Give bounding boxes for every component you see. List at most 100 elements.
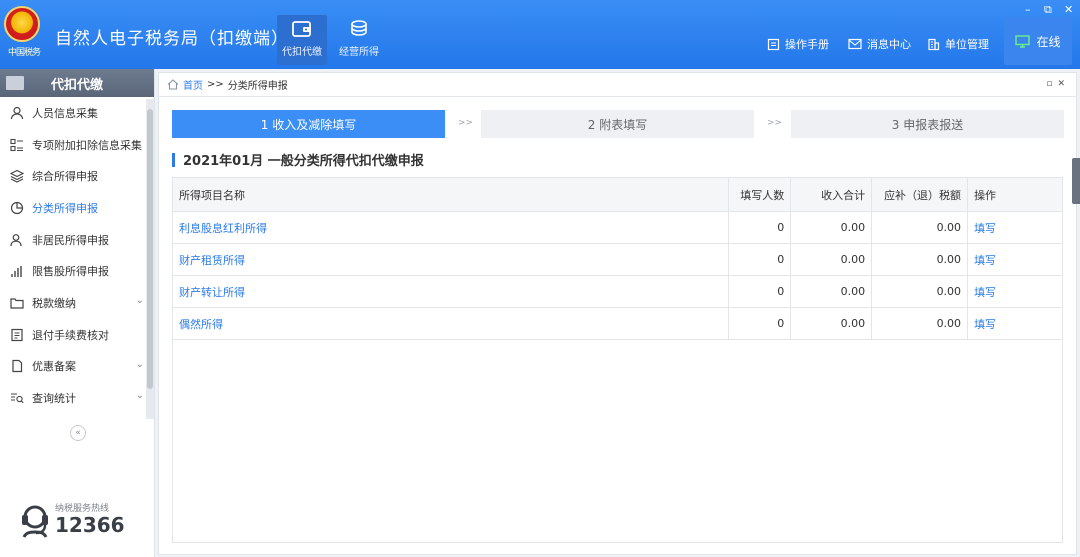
nav-business-income-button[interactable]: 经营所得 — [334, 15, 384, 65]
person-icon — [10, 106, 24, 119]
chevron-down-icon: ⌄ — [135, 358, 144, 370]
unit-management-link[interactable]: 单位管理 — [927, 36, 989, 52]
emblem-caption: 中国税务 — [7, 48, 41, 58]
title-accent-bar — [172, 152, 175, 167]
count-cell: 0 — [728, 307, 792, 340]
manual-link[interactable]: 操作手册 — [767, 36, 829, 52]
step-arrow: >> — [767, 118, 783, 128]
manual-icon — [767, 38, 780, 50]
sidebar-item-label: 非居民所得申报 — [32, 233, 109, 247]
sidebar: 代扣代缴 人员信息采集 专项附加扣除信息采集 综合所得申报 分类所得申报 非居民… — [0, 69, 155, 557]
section-title: 2021年01月 一般分类所得代扣代缴申报 — [172, 150, 424, 169]
maximize-button[interactable]: ⧉ — [1044, 3, 1052, 17]
sidebar-header-icon — [6, 76, 24, 90]
coins-icon — [351, 20, 367, 36]
monitor-icon — [1015, 34, 1031, 48]
sidebar-scrollbar[interactable] — [146, 99, 154, 419]
col-header-tax: 应补（退）税额 — [871, 177, 969, 212]
sidebar-item-label: 综合所得申报 — [32, 170, 98, 184]
list-icon — [10, 138, 23, 151]
nav-business-income-label: 经营所得 — [339, 47, 379, 58]
step-indicator: 1 收入及减除填写 >> 2 附表填写 >> 3 申报表报送 — [172, 110, 1064, 138]
message-center-label: 消息中心 — [867, 38, 911, 51]
manual-label: 操作手册 — [785, 38, 829, 51]
item-name-link[interactable]: 利息股息红利所得 — [171, 211, 730, 244]
tax-emblem-icon — [4, 6, 40, 42]
count-cell: 0 — [728, 275, 792, 308]
step-arrow: >> — [458, 118, 474, 128]
income-cell: 0.00 — [790, 275, 873, 308]
document-icon — [12, 360, 23, 373]
tax-cell: 0.00 — [871, 211, 969, 244]
app-title: 自然人电子税务局（扣缴端） — [55, 29, 289, 49]
sidebar-item-classified[interactable]: 分类所得申报 — [0, 192, 154, 224]
tax-cell: 0.00 — [871, 275, 969, 308]
sidebar-item-query-stats[interactable]: 查询统计 ⌄ — [0, 382, 154, 414]
restore-panel-button[interactable]: ▫ — [1046, 79, 1057, 89]
breadcrumb-separator: >> — [207, 79, 224, 90]
bar-chart-icon — [11, 266, 22, 278]
table-row: 财产转让所得 0 0.00 0.00 填写 — [171, 275, 1063, 308]
side-drawer-handle[interactable] — [1072, 158, 1080, 204]
message-center-link[interactable]: 消息中心 — [848, 36, 911, 52]
item-name-link[interactable]: 偶然所得 — [171, 307, 730, 340]
tax-cell: 0.00 — [871, 243, 969, 276]
sidebar-item-comprehensive[interactable]: 综合所得申报 — [0, 160, 154, 192]
wallet-icon — [292, 21, 311, 37]
online-status-label: 在线 — [1036, 34, 1061, 49]
panel-controls: ▫✕ — [1046, 79, 1070, 89]
table-row: 利息股息红利所得 0 0.00 0.00 填写 — [171, 211, 1063, 244]
close-button[interactable]: ✕ — [1064, 3, 1073, 16]
top-bar: 中国税务 自然人电子税务局（扣缴端） 代扣代缴 经营所得 操作手册 消息中心 单… — [0, 0, 1080, 69]
sidebar-item-restricted-shares[interactable]: 限售股所得申报 — [0, 255, 154, 287]
sidebar-item-personnel[interactable]: 人员信息采集 — [0, 97, 154, 129]
hotline-block: 纳税服务热线 12366 — [18, 501, 148, 545]
collapse-sidebar-button[interactable]: « — [70, 425, 86, 441]
breadcrumb-current: 分类所得申报 — [227, 81, 288, 92]
hotline-number: 12366 — [55, 513, 125, 537]
close-panel-button[interactable]: ✕ — [1057, 79, 1070, 89]
nav-withholding-button[interactable]: 代扣代缴 — [277, 15, 327, 65]
breadcrumb-home-link[interactable]: 首页 — [183, 77, 203, 92]
home-icon — [167, 79, 179, 90]
step-attachment[interactable]: 2 附表填写 — [481, 110, 754, 138]
fill-in-link[interactable]: 填写 — [967, 211, 1063, 244]
search-list-icon — [11, 393, 24, 404]
step-income-deduction[interactable]: 1 收入及减除填写 — [172, 110, 445, 138]
sidebar-item-nonresident[interactable]: 非居民所得申报 — [0, 224, 154, 256]
sidebar-header: 代扣代缴 — [0, 69, 154, 97]
step-submit[interactable]: 3 申报表报送 — [791, 110, 1064, 138]
income-cell: 0.00 — [790, 243, 873, 276]
count-cell: 0 — [728, 243, 792, 276]
scrollbar-thumb[interactable] — [147, 109, 153, 389]
tax-cell: 0.00 — [871, 307, 969, 340]
item-name-link[interactable]: 财产租赁所得 — [171, 243, 730, 276]
folder-icon — [10, 298, 24, 309]
sidebar-item-label: 专项附加扣除信息采集 — [32, 138, 142, 152]
table-header-row: 所得项目名称 填写人数 收入合计 应补（退）税额 操作 — [171, 177, 1063, 212]
col-header-income: 收入合计 — [790, 177, 873, 212]
col-header-count: 填写人数 — [728, 177, 792, 212]
sidebar-item-preferential[interactable]: 优惠备案 ⌄ — [0, 351, 154, 383]
col-header-action: 操作 — [967, 177, 1063, 212]
main-panel: 首页 >> 分类所得申报 ▫✕ 1 收入及减除填写 >> 2 附表填写 >> 3… — [158, 72, 1077, 555]
fill-in-link[interactable]: 填写 — [967, 307, 1063, 340]
sidebar-item-tax-payment[interactable]: 税款缴纳 ⌄ — [0, 287, 154, 319]
sidebar-title: 代扣代缴 — [50, 77, 103, 93]
breadcrumb: 首页 >> 分类所得申报 — [159, 73, 1076, 97]
mail-icon — [848, 38, 862, 50]
unit-management-label: 单位管理 — [945, 38, 989, 51]
sidebar-item-special-deduction[interactable]: 专项附加扣除信息采集 — [0, 129, 154, 161]
fill-in-link[interactable]: 填写 — [967, 243, 1063, 276]
income-cell: 0.00 — [790, 307, 873, 340]
minimize-button[interactable]: – — [1025, 3, 1031, 16]
sidebar-item-fee-refund[interactable]: 退付手续费核对 — [0, 319, 154, 351]
building-icon — [928, 38, 940, 50]
user-outline-icon — [10, 233, 22, 246]
table-row: 偶然所得 0 0.00 0.00 填写 — [171, 307, 1063, 340]
online-status-button[interactable]: 在线 — [1004, 17, 1072, 65]
sidebar-item-label: 人员信息采集 — [32, 106, 98, 120]
item-name-link[interactable]: 财产转让所得 — [171, 275, 730, 308]
fill-in-link[interactable]: 填写 — [967, 275, 1063, 308]
sidebar-item-label: 优惠备案 — [32, 360, 76, 374]
